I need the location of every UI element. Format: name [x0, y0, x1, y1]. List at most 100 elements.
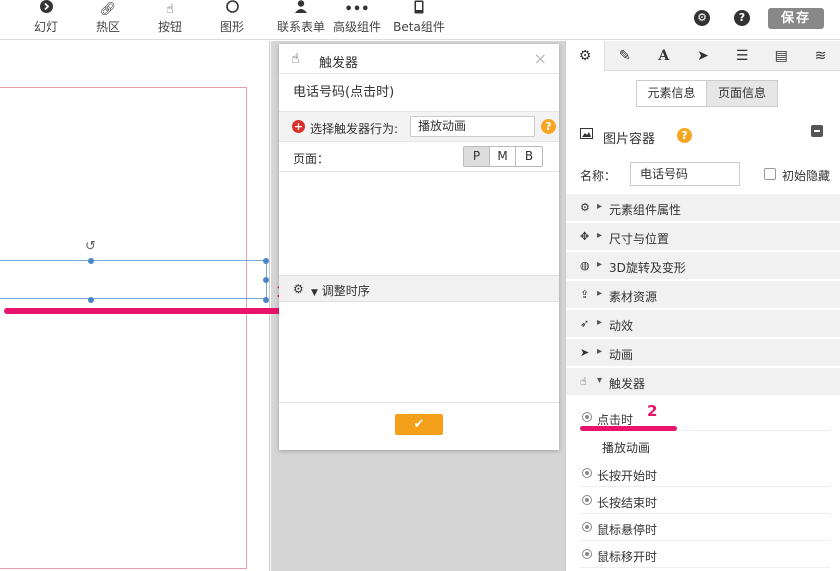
trigger-dialog: ☝︎ 触发器 × 电话号码(点击时) + 选择触发器行为: 播放动画 ? 页面：… [279, 44, 559, 450]
rotate-handle-icon[interactable]: ↺ [85, 239, 96, 254]
info-segmented-control: 元素信息 页面信息 [636, 80, 778, 107]
file-icon[interactable]: ▤ [762, 41, 801, 71]
toolbar-button-button[interactable]: ☝︎ 按钮 [140, 0, 200, 34]
behavior-select[interactable]: 播放动画 [410, 116, 535, 137]
image-icon [580, 128, 593, 142]
section-assets[interactable]: ⇪ ▸ 素材资源 [566, 281, 840, 309]
dialog-footer: ✔ [279, 402, 559, 450]
section-animation[interactable]: ➤ ▸ 动画 [566, 339, 840, 367]
resize-handle[interactable] [263, 297, 269, 303]
caret-right-icon: ▸ [597, 259, 603, 270]
help-icon[interactable]: ? [677, 128, 692, 143]
page-option-b[interactable]: B [516, 147, 542, 166]
toolbar-contact-form-button[interactable]: 联系表单 [271, 0, 331, 34]
help-icon[interactable]: ? [734, 10, 750, 26]
element-name: 电话号码(点击时) [279, 74, 559, 112]
section-3d-rotation[interactable]: ◍ ▸ 3D旋转及变形 [566, 252, 840, 280]
user-icon [271, 0, 331, 20]
pencil-icon[interactable]: ✎ [605, 41, 644, 71]
trigger-mouse-leave[interactable]: 鼠标移开时 [580, 541, 830, 568]
section-label: 动画 [609, 348, 634, 362]
caret-right-icon: ▸ [597, 230, 603, 241]
section-label: 3D旋转及变形 [609, 261, 686, 275]
database-icon[interactable]: ≋ [801, 41, 840, 71]
chevron-circle-icon [16, 0, 76, 20]
resize-handle[interactable] [88, 258, 94, 264]
selected-element-box[interactable] [0, 258, 269, 303]
hand-pointer-icon: ☝︎ [291, 51, 300, 67]
confirm-button[interactable]: ✔ [395, 414, 443, 435]
trigger-label: 长按结束时 [597, 496, 658, 510]
radio-icon [582, 468, 592, 478]
behavior-row: + 选择触发器行为: 播放动画 ? [279, 112, 559, 142]
radio-icon [582, 522, 592, 532]
resize-handle[interactable] [88, 297, 94, 303]
section-label: 触发器 [609, 377, 646, 391]
trigger-label: 长按开始时 [597, 469, 658, 483]
section-label: 动效 [609, 319, 634, 333]
section-effects[interactable]: ➶ ▸ 动效 [566, 310, 840, 338]
gear-icon[interactable]: ⚙︎ [566, 41, 606, 71]
initial-hidden-checkbox[interactable] [764, 168, 776, 180]
upload-icon: ⇪ [580, 288, 590, 301]
trigger-action-play-animation[interactable]: 播放动画 [602, 439, 650, 456]
collapse-icon[interactable] [811, 125, 823, 137]
page-option-p[interactable]: P [464, 147, 490, 166]
tab-page-info[interactable]: 页面信息 [707, 81, 777, 106]
rocket-icon: ➶ [580, 317, 590, 330]
gear-icon: ⚙︎ [293, 282, 304, 296]
trigger-long-press-start[interactable]: 长按开始时 [580, 460, 830, 487]
add-circle-icon[interactable]: + [292, 120, 305, 133]
page-option-m[interactable]: M [490, 147, 516, 166]
behavior-label: 选择触发器行为: [310, 122, 399, 136]
close-icon[interactable]: × [534, 49, 547, 68]
caret-right-icon: ▸ [597, 201, 603, 212]
page-label: 页面： [293, 152, 330, 166]
top-toolbar: 幻灯 🔗︎ 热区 ☝︎ 按钮 图形 联系表单 ••• 高级组件 Beta组件 ⚙… [0, 0, 840, 40]
save-button[interactable]: 保存 [768, 8, 824, 29]
timing-row[interactable]: ⚙︎ ▼ 调整时序 [279, 275, 559, 302]
annotation-number: 2 [647, 402, 658, 420]
list-icon[interactable]: ☰ [723, 41, 762, 71]
link-icon: 🔗︎ [99, 2, 117, 17]
toolbar-hotspot-button[interactable]: 🔗︎ 热区 [78, 0, 138, 34]
name-input[interactable]: 电话号码 [630, 162, 740, 186]
section-label: 素材资源 [609, 290, 658, 304]
timing-label: 调整时序 [321, 284, 370, 298]
editor-canvas[interactable]: ↺ [0, 41, 270, 571]
move-icon: ✥ [580, 230, 590, 243]
name-label: 名称： [580, 169, 617, 183]
trigger-mouse-hover[interactable]: 鼠标悬停时 [580, 514, 830, 541]
toolbar-advanced-button[interactable]: ••• 高级组件 [327, 0, 387, 34]
section-triggers[interactable]: ☝︎ ▾ 触发器 [566, 368, 840, 396]
caret-right-icon: ▸ [597, 288, 603, 299]
section-label: 元素组件属性 [609, 203, 682, 217]
tab-element-info[interactable]: 元素信息 [637, 81, 707, 106]
font-icon[interactable]: A [644, 41, 683, 71]
section-component-properties[interactable]: ⚙︎ ▸ 元素组件属性 [566, 194, 840, 222]
caret-down-icon: ▾ [597, 375, 603, 386]
resize-handle[interactable] [263, 258, 269, 264]
page-switcher: P M B [463, 146, 543, 167]
page-row: 页面： P M B [279, 142, 559, 172]
toolbar-slideshow-button[interactable]: 幻灯 [16, 0, 76, 34]
help-icon[interactable]: ? [541, 119, 556, 134]
page-frame [0, 87, 247, 569]
component-header: 图片容器 ? [566, 123, 840, 149]
caret-down-icon: ▼ [311, 288, 318, 298]
trigger-long-press-end[interactable]: 长按结束时 [580, 487, 830, 514]
section-label: 尺寸与位置 [609, 232, 670, 246]
section-size-position[interactable]: ✥ ▸ 尺寸与位置 [566, 223, 840, 251]
name-row: 名称： 电话号码 初始隐藏 [566, 161, 840, 187]
globe-icon: ◍ [580, 259, 590, 272]
hand-pointer-icon: ☝︎ [580, 375, 587, 388]
toolbar-beta-button[interactable]: Beta组件 [389, 0, 449, 34]
tablet-icon [389, 0, 449, 20]
toolbar-shape-button[interactable]: 图形 [202, 0, 262, 34]
settings-gear-icon[interactable]: ⚙︎ [694, 10, 710, 26]
radio-icon [582, 412, 592, 422]
caret-right-icon: ▸ [597, 346, 603, 357]
resize-handle[interactable] [263, 277, 269, 283]
ellipsis-icon: ••• [344, 2, 370, 17]
paper-plane-icon[interactable]: ➤ [683, 41, 722, 71]
